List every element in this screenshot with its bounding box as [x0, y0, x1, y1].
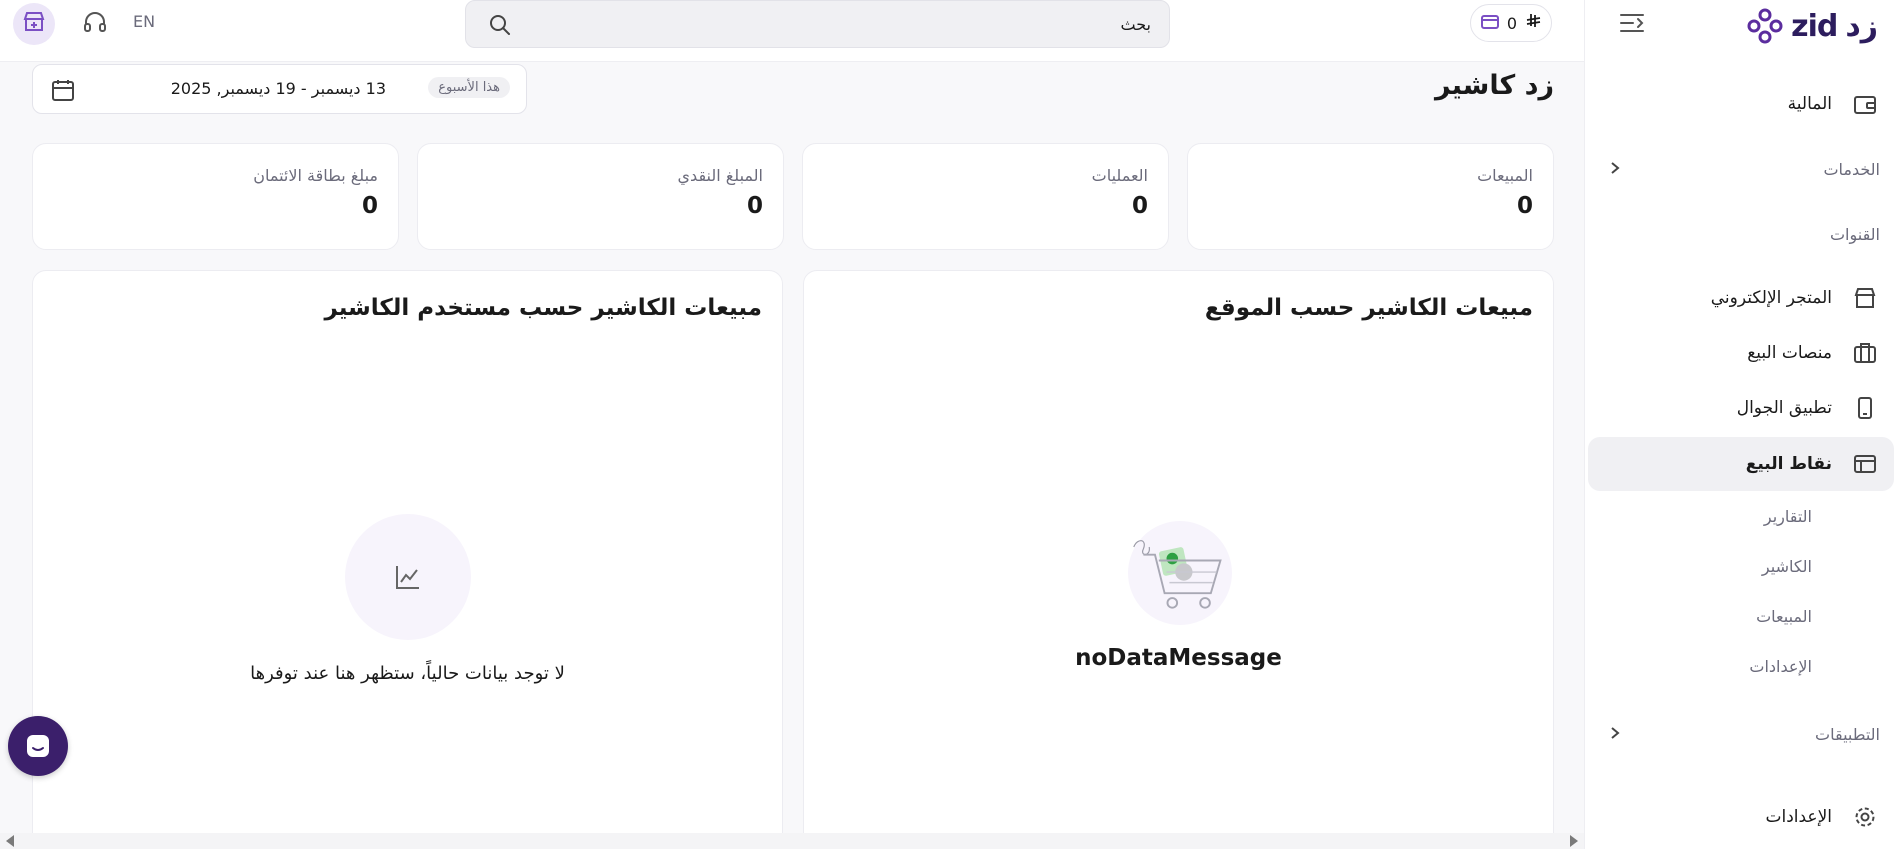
riyal-currency-icon	[1525, 13, 1541, 33]
stat-value: 0	[361, 193, 378, 219]
sidebar-item-pos[interactable]: نقاط البيع	[1588, 437, 1894, 491]
pos-icon	[1852, 451, 1878, 477]
page-title: زد كاشير	[1434, 70, 1554, 101]
chat-icon	[27, 735, 49, 757]
sidebar-toggle-icon	[1620, 14, 1644, 32]
sidebar: zid زد المالية الخدمات القنوات المتجر ال…	[1584, 0, 1902, 849]
sidebar-item-label: نقاط البيع	[1745, 454, 1832, 474]
date-range-picker[interactable]: هذا الأسبوع 13 ديسمبر - 19 ديسمبر, 2025	[32, 64, 527, 114]
mobile-icon	[1852, 395, 1878, 421]
store-add-icon	[23, 12, 45, 36]
language-toggle[interactable]: EN	[133, 12, 155, 31]
sidebar-group-label: الخدمات	[1823, 159, 1880, 179]
chat-launcher-button[interactable]	[8, 716, 68, 776]
collapse-sidebar-button[interactable]	[1617, 10, 1647, 36]
zid-logo-mark-icon	[1747, 8, 1783, 44]
shopping-cart-icon	[1133, 540, 1222, 609]
sidebar-item-label: الإعدادات	[1765, 807, 1832, 827]
sidebar-subitem-cashier[interactable]: الكاشير	[1762, 557, 1812, 576]
stat-value: 0	[746, 193, 763, 219]
sidebar-item-label: المالية	[1787, 94, 1832, 114]
store-icon	[1852, 285, 1878, 311]
sidebar-item-label: المتجر الإلكتروني	[1710, 288, 1832, 308]
line-chart-icon	[396, 566, 419, 589]
sidebar-subitem-sales[interactable]: المبيعات	[1756, 607, 1812, 626]
sidebar-item-label: تطبيق الجوال	[1736, 398, 1832, 418]
search-input[interactable]	[529, 1, 1169, 47]
sidebar-section-channels: القنوات	[1588, 214, 1894, 254]
scroll-right-arrow-icon[interactable]	[1570, 835, 1578, 847]
stat-card-cash-amount: المبلغ النقدي 0	[417, 143, 784, 250]
stat-card-sales: المبيعات 0	[1187, 143, 1554, 250]
search-bar	[465, 0, 1170, 48]
empty-state-message: لا توجد بيانات حالياً، ستظهر هنا عند توف…	[250, 663, 565, 684]
sidebar-item-settings[interactable]: الإعدادات	[1588, 790, 1894, 844]
stat-label: مبلغ بطاقة الائتمان	[253, 166, 378, 185]
empty-cart-illustration	[1128, 521, 1232, 625]
chevron-right-icon	[1610, 725, 1620, 744]
sidebar-group-label: التطبيقات	[1815, 724, 1880, 744]
logo-arabic-text: زد	[1845, 8, 1879, 44]
sidebar-group-apps[interactable]: التطبيقات	[1588, 714, 1894, 754]
chevron-right-icon	[1610, 160, 1620, 179]
search-icon[interactable]	[488, 13, 512, 41]
wallet-icon	[1852, 91, 1878, 117]
sidebar-subitem-reports[interactable]: التقارير	[1764, 507, 1812, 526]
stat-label: المبيعات	[1477, 166, 1533, 185]
sidebar-item-mobile-app[interactable]: تطبيق الجوال	[1588, 381, 1894, 435]
stat-value: 0	[1131, 193, 1148, 219]
stat-value: 0	[1516, 193, 1533, 219]
stat-card-credit-card-amount: مبلغ بطاقة الائتمان 0	[32, 143, 399, 250]
logo-latin-text: zid	[1791, 8, 1838, 44]
zid-logo[interactable]: zid زد	[1747, 8, 1879, 44]
stat-card-transactions: العمليات 0	[802, 143, 1169, 250]
empty-chart-illustration	[345, 514, 471, 640]
sidebar-item-online-store[interactable]: المتجر الإلكتروني	[1588, 271, 1894, 325]
wallet-icon	[1480, 13, 1499, 33]
empty-state-message: noDataMessage	[1075, 645, 1282, 671]
panel-sales-by-cashier-user: مبيعات الكاشير حسب مستخدم الكاشير لا توج…	[32, 270, 783, 849]
horizontal-scrollbar[interactable]	[0, 833, 1584, 849]
stat-label: المبلغ النقدي	[677, 166, 763, 185]
sidebar-section-label: القنوات	[1829, 224, 1880, 244]
sidebar-item-label: منصات البيع	[1747, 343, 1832, 363]
sidebar-subitem-settings[interactable]: الإعدادات	[1749, 657, 1812, 676]
week-filter-badge[interactable]: هذا الأسبوع	[428, 77, 510, 98]
wallet-balance-button[interactable]: 0	[1470, 4, 1552, 42]
top-bar: 0 EN	[0, 0, 1584, 62]
store-switcher-button[interactable]	[13, 3, 55, 45]
sidebar-group-services[interactable]: الخدمات	[1588, 149, 1894, 189]
gear-icon	[1852, 804, 1878, 830]
stat-label: العمليات	[1091, 166, 1148, 185]
wallet-balance-value: 0	[1506, 13, 1518, 33]
briefcase-icon	[1852, 340, 1878, 366]
date-range-text: 13 ديسمبر - 19 ديسمبر, 2025	[170, 79, 386, 98]
panel-sales-by-location: مبيعات الكاشير حسب الموقع noDataMessage	[803, 270, 1554, 849]
scroll-left-arrow-icon[interactable]	[6, 835, 14, 847]
panel-title: مبيعات الكاشير حسب مستخدم الكاشير	[324, 295, 762, 321]
sidebar-item-finance[interactable]: المالية	[1588, 77, 1894, 131]
headset-icon[interactable]	[82, 10, 108, 40]
sidebar-item-sales-platforms[interactable]: منصات البيع	[1588, 326, 1894, 380]
panel-title: مبيعات الكاشير حسب الموقع	[1204, 295, 1533, 321]
calendar-icon	[51, 79, 75, 105]
